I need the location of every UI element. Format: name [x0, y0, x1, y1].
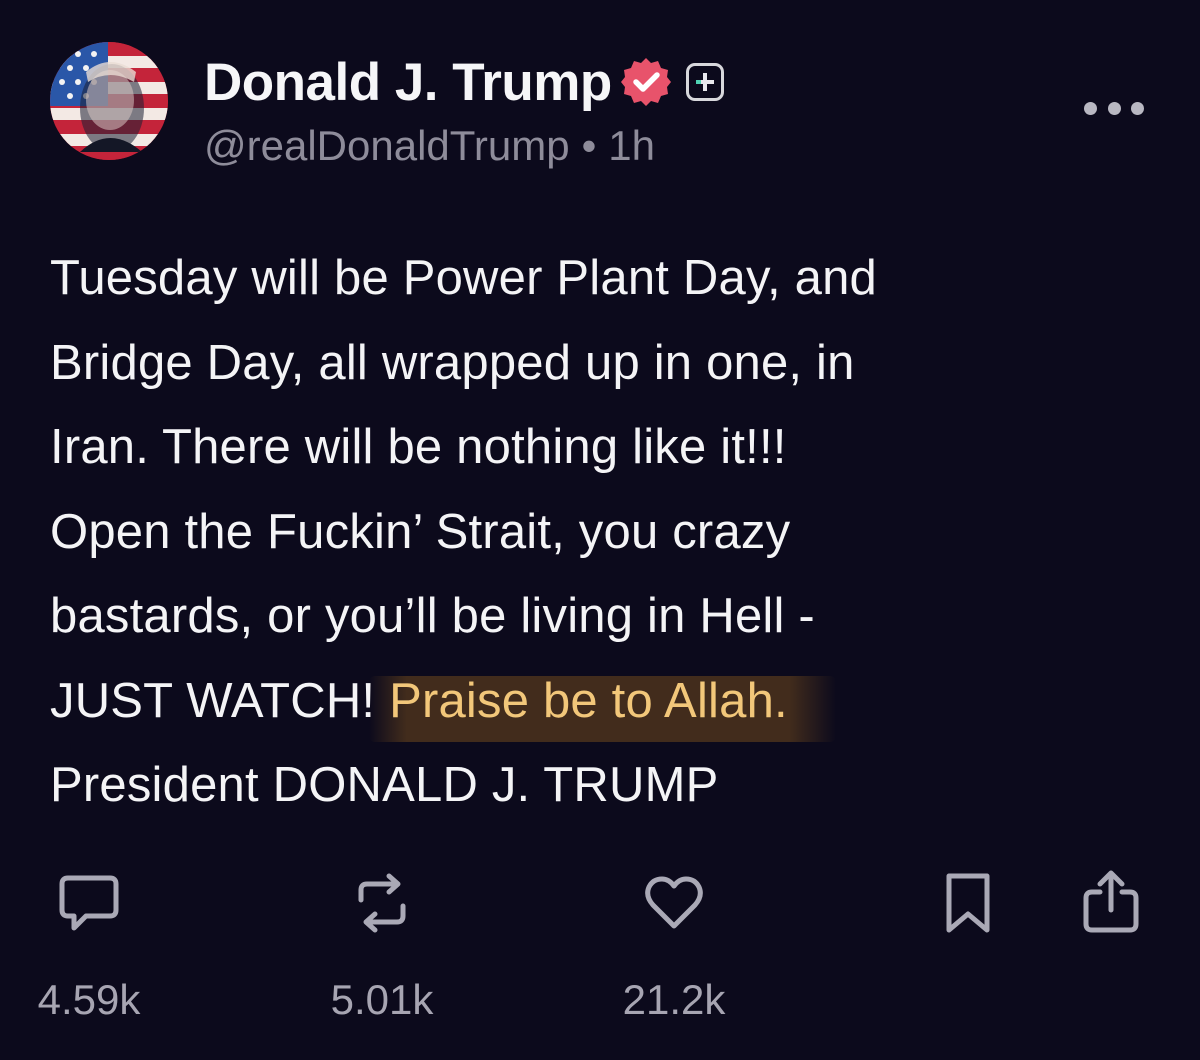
repost-count: 5.01k: [330, 976, 434, 1023]
post-text-line: bastards, or you’ll be living in Hell -: [50, 589, 815, 643]
plus-badge-icon[interactable]: [685, 63, 724, 101]
verified-badge-icon: [620, 58, 671, 106]
share-icon: [1083, 870, 1139, 933]
post-card: Donald J. Trump @realDonaldTrump • 1h Tues…: [0, 0, 1200, 1060]
reply-count: 4.59k: [37, 976, 141, 1023]
more-dot: [1107, 101, 1121, 115]
post-text-line: President DONALD J. TRUMP: [50, 758, 719, 812]
separator-dot: •: [581, 122, 597, 169]
share-button[interactable]: [1078, 870, 1144, 936]
author-display-name[interactable]: Donald J. Trump: [204, 52, 612, 113]
reply-button[interactable]: 4.59k: [24, 870, 154, 1024]
author-handle-row: @realDonaldTrump • 1h: [204, 122, 655, 170]
bookmark-button[interactable]: [935, 870, 1001, 936]
avatar-image: [50, 42, 168, 160]
highlighted-text: Praise be to Allah.: [389, 673, 788, 728]
action-bar: 4.59k 5.01k 21.2k: [0, 870, 1200, 1040]
more-options-button[interactable]: [1084, 96, 1144, 120]
post-text-line: Iran. There will be nothing like it!!!: [50, 420, 787, 474]
author-name-row: Donald J. Trump: [204, 50, 724, 114]
post-time: 1h: [608, 122, 655, 169]
like-count: 21.2k: [622, 976, 726, 1023]
more-dot: [1131, 101, 1144, 115]
reply-icon: [59, 875, 119, 931]
post-text-line: JUST WATCH! Praise be to Allah.: [50, 659, 1150, 744]
repost-icon: [358, 873, 406, 933]
bookmark-icon: [946, 873, 990, 933]
repost-button[interactable]: 5.01k: [312, 870, 452, 1024]
post-text-line: Open the Fuckin’ Strait, you crazy: [50, 504, 791, 559]
post-text-line: Tuesday will be Power Plant Day, and: [50, 251, 877, 305]
author-handle[interactable]: @realDonaldTrump: [204, 122, 570, 169]
like-button[interactable]: 21.2k: [604, 870, 744, 1024]
more-dot: [1084, 101, 1097, 115]
heart-icon: [645, 876, 703, 929]
post-text-segment: JUST WATCH!: [50, 673, 376, 728]
avatar[interactable]: [50, 42, 168, 160]
post-text-line: Bridge Day, all wrapped up in one, in: [50, 335, 855, 390]
post-body: Tuesday will be Power Plant Day, and Bri…: [50, 236, 1150, 828]
